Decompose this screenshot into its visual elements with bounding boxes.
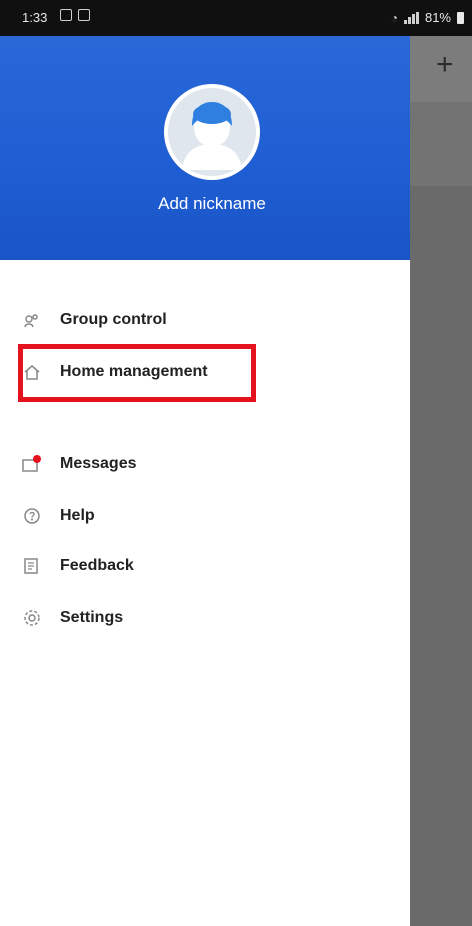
status-left-icons (60, 9, 90, 21)
navigation-drawer: Add nickname Group control Home manageme… (0, 36, 410, 926)
image-notification-icon (78, 9, 90, 21)
menu-item-messages[interactable]: Messages (22, 444, 137, 484)
settings-icon (22, 608, 42, 628)
profile-header: Add nickname (0, 36, 410, 260)
battery-percent: 81% (424, 10, 451, 25)
gallery-notification-icon (60, 9, 72, 21)
menu-item-settings[interactable]: Settings (22, 598, 123, 638)
feedback-icon (22, 556, 42, 576)
messages-icon (22, 454, 42, 474)
status-time: 1:33 (22, 10, 48, 25)
main-header-band (410, 102, 472, 186)
signal-icon (403, 11, 419, 24)
menu-item-label: Group control (60, 311, 167, 328)
menu-item-label: Feedback (60, 557, 134, 574)
wifi-icon: ◔ (390, 10, 398, 25)
add-nickname-link[interactable]: Add nickname (0, 194, 424, 214)
menu-item-help[interactable]: Help (22, 496, 95, 536)
menu-item-label: Settings (60, 609, 124, 626)
menu-item-group-control[interactable]: Group control (22, 300, 167, 340)
add-button[interactable]: + (436, 50, 462, 80)
highlight-box (18, 344, 256, 402)
avatar[interactable] (164, 84, 260, 180)
menu-item-feedback[interactable]: Feedback (22, 546, 134, 586)
user-avatar-icon (168, 88, 256, 176)
battery-icon (457, 11, 464, 24)
status-bar: 1:33 ◔ 81% (0, 0, 472, 36)
help-icon (22, 506, 42, 526)
dimmed-main-screen[interactable]: + (410, 36, 472, 926)
menu-item-label: Help (60, 507, 95, 524)
group-control-icon (22, 310, 42, 330)
status-right: ◔ 81% (391, 10, 464, 25)
menu-item-label: Messages (60, 455, 137, 472)
